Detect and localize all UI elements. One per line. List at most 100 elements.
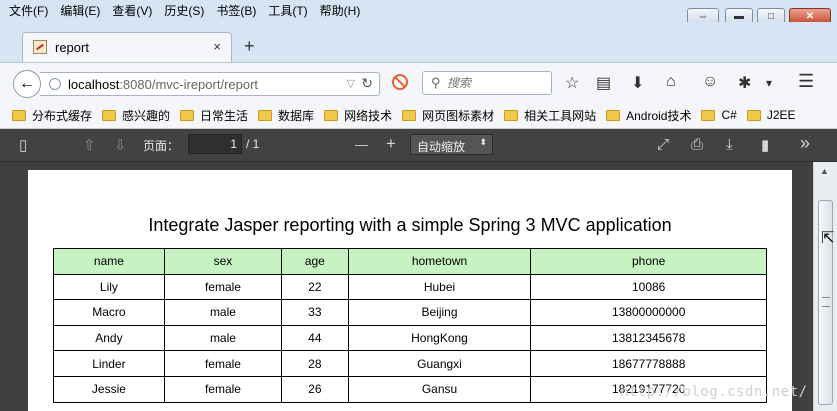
table-cell: 22 — [281, 273, 349, 301]
table-row: Macro male 33 Beijing 13800000000 — [53, 299, 767, 326]
save-icon[interactable]: ⤓ — [726, 136, 733, 153]
bookmark-folder[interactable]: C# — [701, 108, 737, 122]
bookmark-folder[interactable]: 分布式缓存 — [12, 107, 92, 124]
table-cell: Macro — [53, 299, 165, 326]
reload-icon[interactable]: ↻ — [361, 75, 373, 92]
page-label: 页面： — [143, 139, 180, 153]
menu-view[interactable]: 查看(V) — [106, 0, 158, 22]
url-text: localhost:8080/mvc-ireport/report — [68, 77, 258, 92]
menu-history[interactable]: 历史(S) — [158, 0, 210, 22]
folder-icon — [402, 109, 417, 121]
menu-tools[interactable]: 工具(T) — [262, 0, 313, 22]
scroll-grip-icon — [822, 297, 830, 307]
table-cell: 13812345678 — [530, 324, 767, 352]
bookmark-folder[interactable]: 数据库 — [258, 107, 314, 124]
chat-icon[interactable]: ☺ — [702, 73, 718, 91]
menu-bookmarks[interactable]: 书签(B) — [210, 0, 262, 22]
table-row: Lily female 22 Hubei 10086 — [53, 273, 767, 301]
addon-icon[interactable]: ✱ — [738, 73, 751, 93]
report-title: Integrate Jasper reporting with a simple… — [148, 215, 672, 235]
tab-strip: report × + — [0, 22, 837, 62]
bookmark-folder[interactable]: 日常生活 — [180, 107, 248, 124]
zoom-out-icon[interactable]: — — [355, 137, 368, 152]
table-cell: HongKong — [347, 324, 532, 352]
bookmark-label: Android技术 — [626, 108, 692, 123]
menu-icon[interactable]: ☰ — [798, 71, 814, 92]
table-row: Linder female 28 Guangxi 18677778888 — [53, 350, 767, 377]
page-total: / 1 — [246, 137, 260, 151]
download-icon[interactable]: ⬇ — [631, 73, 644, 93]
tab-report[interactable]: report × — [22, 32, 232, 62]
tools-icon[interactable]: » — [800, 133, 810, 154]
bookmark-label: 感兴趣的 — [122, 108, 171, 123]
bookmark-star-icon[interactable]: ☆ — [565, 73, 579, 93]
table-cell: Guangxi — [347, 350, 532, 377]
bookmark-label: 分布式缓存 — [32, 108, 93, 123]
table-cell: 33 — [281, 299, 349, 326]
search-bar[interactable]: ⚲ — [422, 71, 552, 95]
back-button[interactable]: ← — [13, 70, 41, 98]
zoom-value: 自动缩放 — [417, 140, 466, 154]
nav-bar: localhost:8080/mvc-ireport/report ▽ ↻ ← … — [0, 62, 837, 103]
sidebar-toggle-icon[interactable]: ▯ — [19, 136, 27, 154]
table-cell: male — [163, 299, 283, 326]
table-cell: 44 — [281, 324, 349, 352]
report-table: name sex age hometown phone Lily female … — [53, 248, 767, 403]
page-number-input[interactable] — [188, 134, 242, 154]
bookmark-folder[interactable]: J2EE — [746, 108, 796, 122]
fullscreen-icon[interactable]: ⤢ — [657, 136, 669, 153]
table-cell: Andy — [53, 324, 165, 352]
table-cell: 10086 — [530, 273, 767, 301]
bookmark-label: 相关工具网站 — [524, 108, 597, 123]
column-header: age — [281, 248, 349, 275]
search-icon: ⚲ — [431, 75, 441, 90]
bookmark-folder[interactable]: 感兴趣的 — [102, 107, 170, 124]
print-icon[interactable]: ⎙ — [691, 136, 703, 153]
new-tab-button[interactable]: + — [244, 36, 255, 57]
zoom-in-icon[interactable]: + — [386, 134, 396, 154]
menu-help[interactable]: 帮助(H) — [314, 0, 367, 22]
scroll-up-icon[interactable]: ▲ — [820, 166, 829, 176]
bookmarks-bar: 分布式缓存 感兴趣的 日常生活 数据库 网络技术 网页图标素材 相关工具网站 A… — [0, 102, 837, 129]
table-cell: female — [163, 350, 283, 377]
url-dropdown-icon[interactable]: ▽ — [347, 77, 355, 90]
table-cell: 28 — [281, 350, 349, 377]
zoom-dropdown-icon: ⬍ — [479, 137, 487, 147]
site-info-icon[interactable] — [49, 78, 61, 90]
search-input[interactable] — [447, 74, 547, 92]
folder-icon — [606, 109, 621, 121]
mouse-cursor-icon: ⇱ — [821, 230, 835, 247]
column-header: phone — [530, 248, 767, 275]
next-page-icon[interactable]: ⇩ — [114, 136, 127, 154]
report-favicon-icon — [33, 40, 47, 54]
folder-icon — [258, 109, 273, 121]
url-bar[interactable]: localhost:8080/mvc-ireport/report ▽ ↻ — [40, 72, 380, 96]
bookmark-folder[interactable]: 网络技术 — [324, 107, 392, 124]
bookmark-folder[interactable]: 网页图标素材 — [402, 107, 494, 124]
reading-list-icon[interactable]: ▤ — [596, 73, 611, 93]
previous-page-icon[interactable]: ⇧ — [83, 136, 96, 154]
zoom-select[interactable]: 自动缩放 ⬍ — [410, 134, 493, 155]
folder-icon — [12, 109, 26, 121]
table-cell: 13800000000 — [530, 299, 767, 326]
bookmark-folder[interactable]: 相关工具网站 — [504, 107, 596, 124]
pdf-page: Integrate Jasper reporting with a simple… — [28, 170, 792, 411]
url-host: localhost — [68, 77, 120, 92]
block-icon[interactable] — [392, 74, 408, 90]
table-cell: Lily — [53, 273, 165, 301]
table-cell: Gansu — [347, 375, 532, 403]
pdf-toolbar: ▯ ⇧ ⇩ 页面： / 1 — + 自动缩放 ⬍ ⤢ ⎙ ⤓ ▮ » — [0, 129, 837, 162]
table-cell: Jessie — [53, 375, 165, 403]
menu-file[interactable]: 文件(F) — [0, 0, 54, 22]
tab-close-icon[interactable]: × — [213, 39, 221, 54]
bookmark-label: J2EE — [766, 108, 796, 122]
vertical-scrollbar[interactable]: ▲ — [813, 162, 837, 411]
bookmark-label: C# — [721, 108, 737, 122]
table-cell: Hubei — [347, 273, 532, 301]
folder-icon — [102, 109, 117, 121]
home-icon[interactable]: ⌂ — [666, 73, 676, 91]
bookmark-icon[interactable]: ▮ — [761, 136, 769, 154]
more-tools-chevron-icon[interactable]: ▾ — [766, 76, 772, 90]
bookmark-folder[interactable]: Android技术 — [606, 107, 691, 124]
menu-edit[interactable]: 编辑(E) — [54, 0, 106, 22]
